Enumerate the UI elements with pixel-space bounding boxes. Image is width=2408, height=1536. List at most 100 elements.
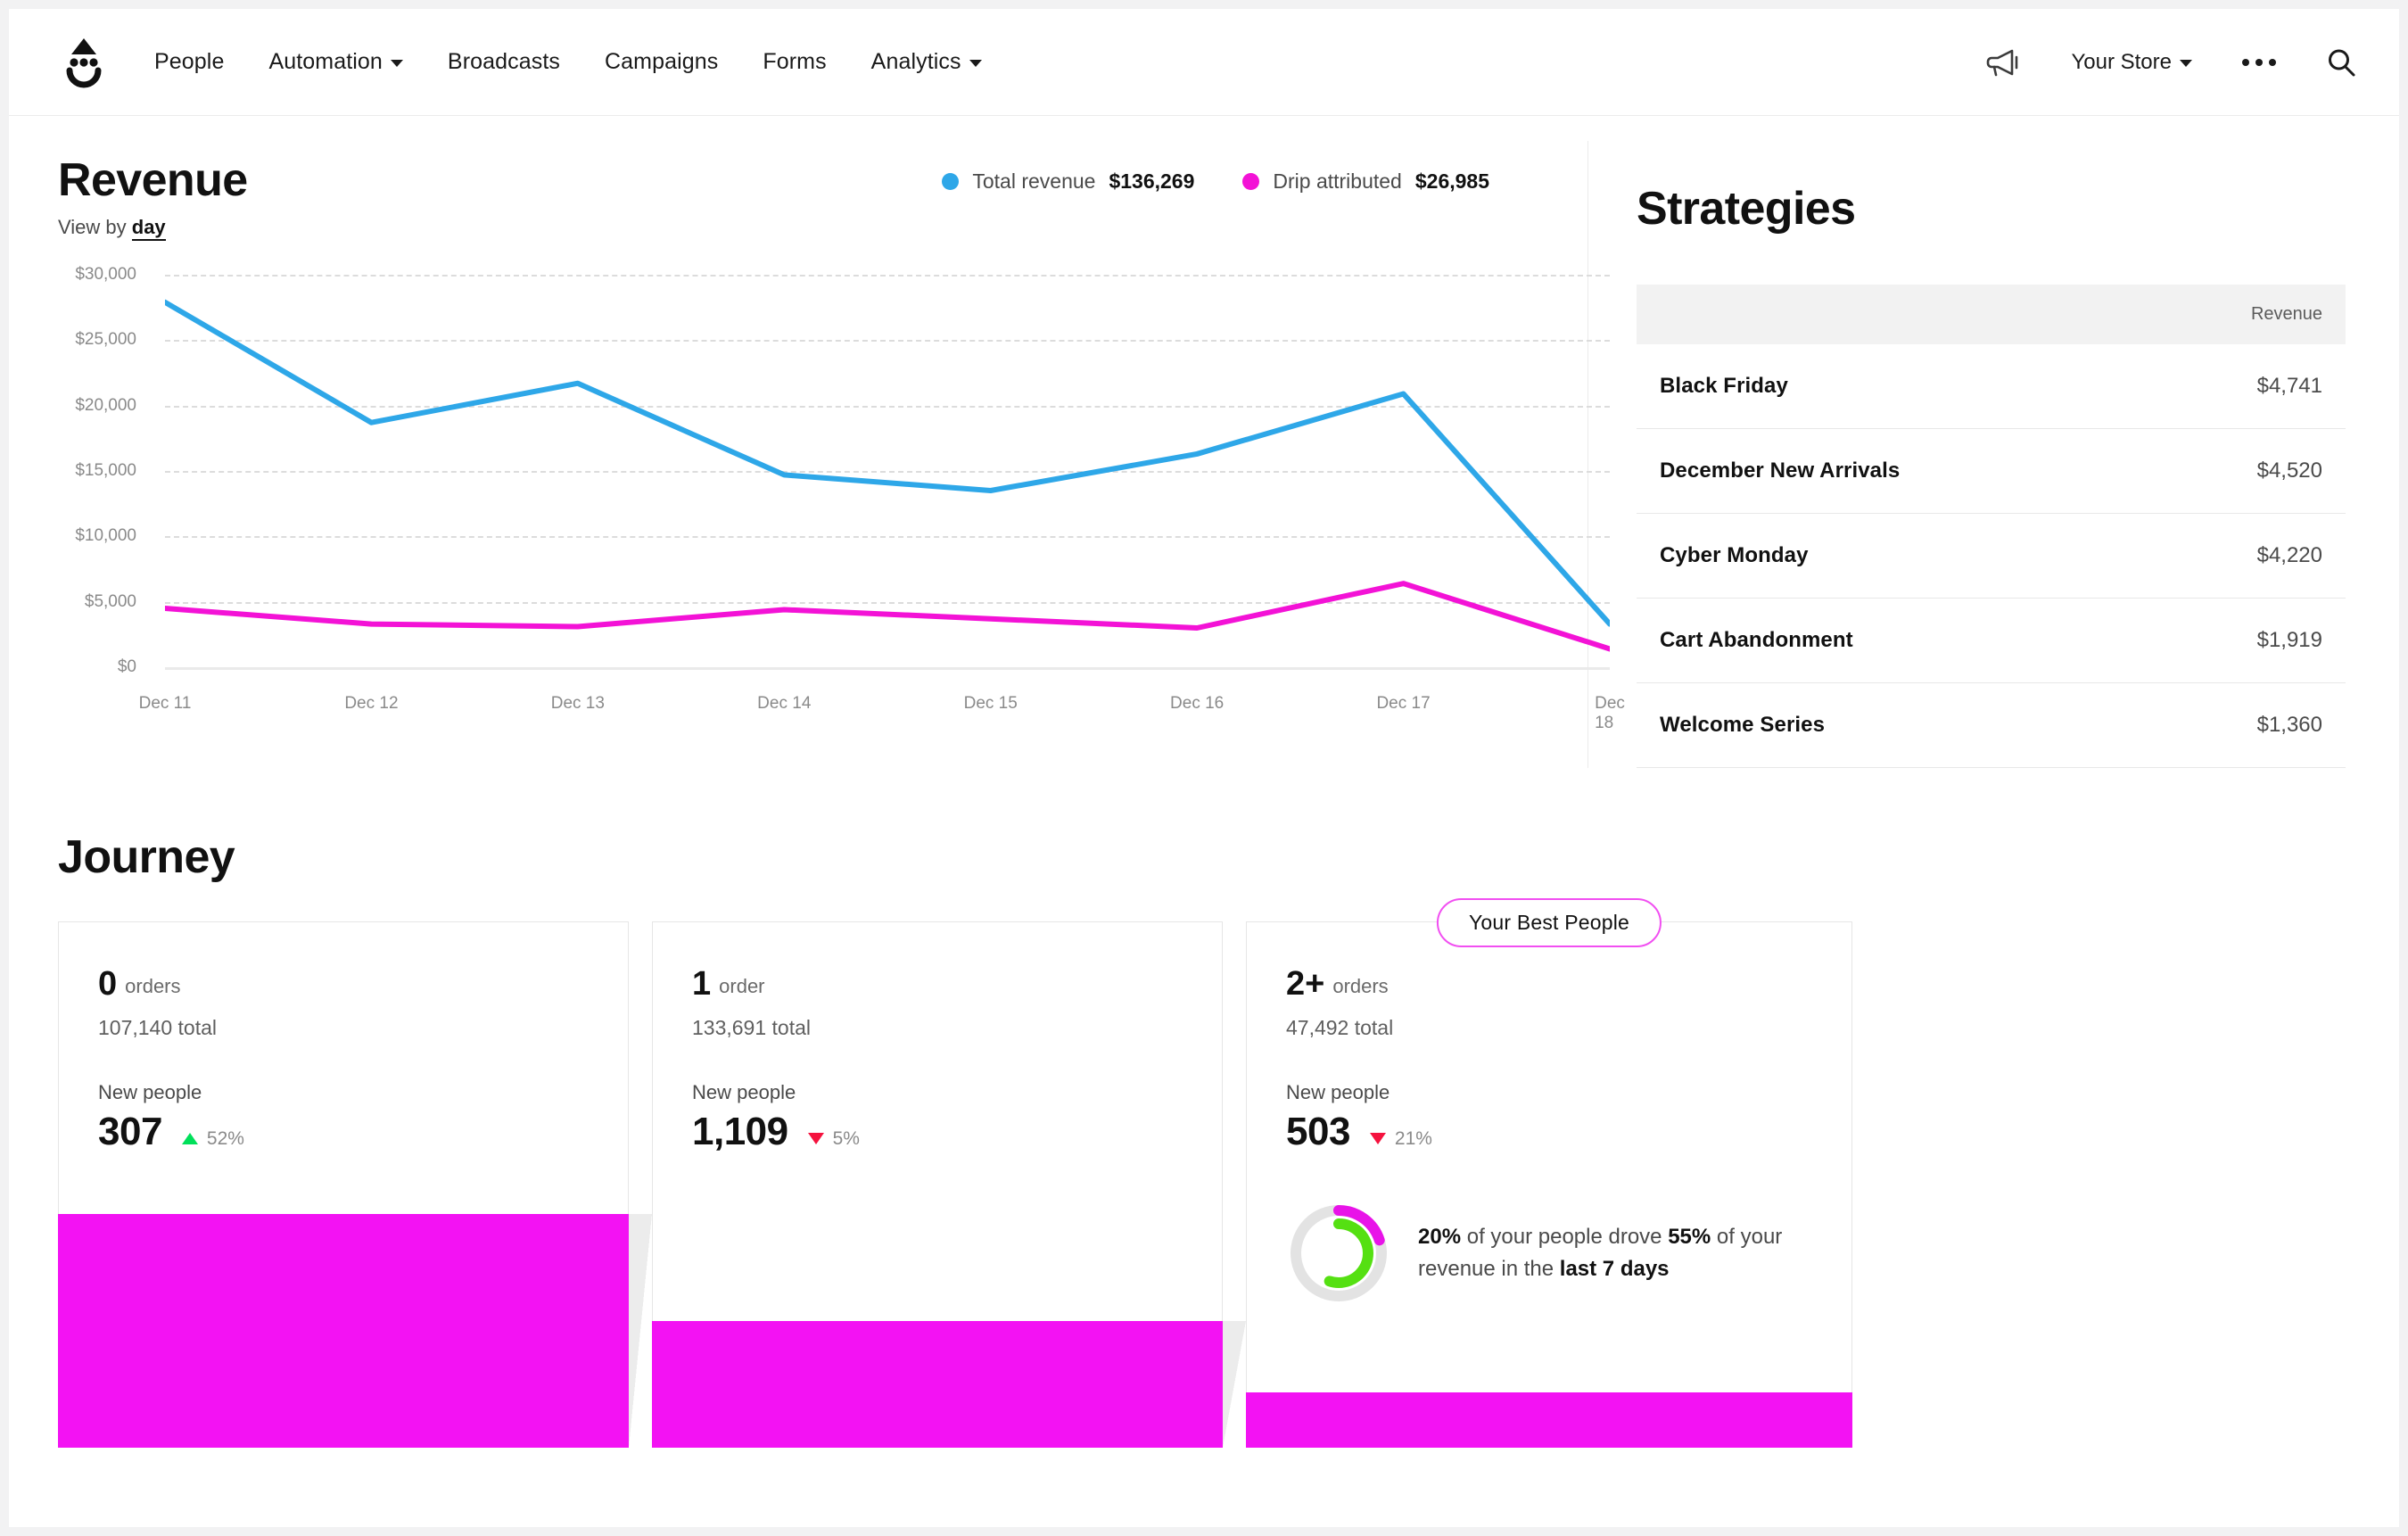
- chevron-down-icon: [391, 60, 403, 67]
- orders-label: orders: [125, 975, 180, 997]
- table-row[interactable]: Black Friday$4,741: [1637, 344, 2346, 429]
- funnel-bar: [58, 1214, 629, 1448]
- orders-count: 2+: [1286, 965, 1324, 1003]
- store-selector[interactable]: Your Store: [2071, 50, 2192, 75]
- dot: [2269, 59, 2276, 66]
- megaphone-icon[interactable]: [1985, 47, 2021, 78]
- strategy-name: Cart Abandonment: [1637, 599, 2139, 683]
- nav-item-analytics[interactable]: Analytics: [871, 49, 982, 75]
- x-axis-tick-label: Dec 17: [1376, 694, 1430, 714]
- orders-count: 1: [692, 965, 711, 1003]
- legend-item-drip-attributed: Drip attributed $26,985: [1242, 169, 1489, 194]
- nav-item-label: Broadcasts: [448, 49, 560, 75]
- delta-indicator: 21%: [1370, 1128, 1432, 1150]
- legend-color-swatch: [1242, 173, 1259, 190]
- nav-right-actions: Your Store: [1935, 47, 2356, 78]
- funnel-connector: [1223, 1321, 1246, 1448]
- table-row[interactable]: Welcome Series$1,360: [1637, 683, 2346, 768]
- donut-chart-icon: [1286, 1201, 1391, 1306]
- orders-label: orders: [1332, 975, 1388, 997]
- legend-item-total-revenue: Total revenue $136,269: [942, 169, 1194, 194]
- triangle-up-icon: [182, 1133, 198, 1144]
- column-header-name: [1637, 285, 2139, 344]
- table-row[interactable]: Cart Abandonment$1,919: [1637, 599, 2346, 683]
- view-by-control[interactable]: View by day: [58, 216, 1587, 239]
- strategy-revenue: $4,220: [2139, 514, 2346, 599]
- dot: [2255, 59, 2263, 66]
- drip-smiley-logo[interactable]: [58, 35, 110, 90]
- chart-legend: Total revenue $136,269 Drip attributed $…: [942, 169, 1489, 194]
- chevron-down-icon: [969, 60, 982, 67]
- x-axis-tick-label: Dec 13: [551, 694, 605, 714]
- x-axis-tick-label: Dec 11: [139, 694, 192, 714]
- journey-section: Journey 0orders107,140 totalNew people30…: [9, 830, 2399, 1448]
- total-count: 47,492 total: [1286, 1016, 1812, 1040]
- view-by-value[interactable]: day: [132, 216, 166, 241]
- store-selector-label: Your Store: [2071, 50, 2172, 75]
- chart-line-drip-attributed: [165, 583, 1610, 648]
- nav-item-automation[interactable]: Automation: [268, 49, 402, 75]
- x-axis-tick-label: Dec 16: [1170, 694, 1224, 714]
- orders-count: 0: [98, 965, 117, 1003]
- more-horizontal-icon[interactable]: [2242, 59, 2276, 66]
- nav-item-campaigns[interactable]: Campaigns: [605, 49, 718, 75]
- x-axis-labels: Dec 11Dec 12Dec 13Dec 14Dec 15Dec 16Dec …: [165, 694, 1610, 730]
- strategy-name: December New Arrivals: [1637, 429, 2139, 514]
- dot: [2242, 59, 2249, 66]
- legend-value: $26,985: [1415, 169, 1489, 194]
- chart-plot-area: [165, 275, 1610, 667]
- total-count: 133,691 total: [692, 1016, 1183, 1040]
- nav-item-label: Campaigns: [605, 49, 718, 75]
- table-header-row: Revenue: [1637, 285, 2346, 344]
- new-people-row: 1,1095%: [692, 1110, 1183, 1154]
- strategies-title: Strategies: [1637, 182, 2346, 235]
- search-icon[interactable]: [2326, 47, 2356, 78]
- column-header-revenue: Revenue: [2139, 285, 2346, 344]
- nav-item-label: Automation: [268, 49, 382, 75]
- funnel-bar: [1246, 1392, 1852, 1448]
- nav-item-people[interactable]: People: [154, 49, 224, 75]
- nav-item-label: Analytics: [871, 49, 961, 75]
- journey-card[interactable]: Your Best People2+orders47,492 totalNew …: [1246, 921, 1852, 1448]
- funnel-connector: [629, 1214, 652, 1448]
- total-count: 107,140 total: [98, 1016, 589, 1040]
- legend-label: Drip attributed: [1273, 169, 1401, 194]
- nav-item-forms[interactable]: Forms: [763, 49, 826, 75]
- triangle-down-icon: [808, 1133, 824, 1144]
- y-axis-tick-label: $25,000: [12, 330, 136, 350]
- journey-card[interactable]: 0orders107,140 totalNew people30752%: [58, 921, 629, 1448]
- triangle-down-icon: [1370, 1133, 1386, 1144]
- table-row[interactable]: December New Arrivals$4,520: [1637, 429, 2346, 514]
- y-axis-tick-label: $20,000: [12, 396, 136, 416]
- orders-row: 1 order: [692, 965, 1183, 1003]
- x-axis-tick-label: Dec 14: [757, 694, 811, 714]
- nav-item-broadcasts[interactable]: Broadcasts: [448, 49, 560, 75]
- funnel-bar: [652, 1321, 1223, 1448]
- orders-label: order: [719, 975, 764, 997]
- y-axis-tick-label: $30,000: [12, 265, 136, 285]
- orders-row: 0 orders: [98, 965, 589, 1003]
- x-axis-tick-label: Dec 15: [964, 694, 1018, 714]
- strategy-revenue: $1,360: [2139, 683, 2346, 768]
- x-axis-tick-label: Dec 12: [344, 694, 398, 714]
- time-range: last 7 days: [1560, 1257, 1670, 1281]
- top-navigation-bar: People Automation Broadcasts Campaigns F…: [9, 9, 2399, 116]
- new-people-label: New people: [98, 1081, 589, 1104]
- delta-value: 21%: [1395, 1128, 1432, 1150]
- journey-cards: 0orders107,140 totalNew people30752%1ord…: [58, 921, 2399, 1448]
- legend-label: Total revenue: [972, 169, 1095, 194]
- delta-value: 5%: [833, 1128, 860, 1150]
- y-axis-tick-label: $5,000: [12, 592, 136, 612]
- chevron-down-icon: [2180, 60, 2192, 67]
- people-pct: 20%: [1418, 1225, 1461, 1249]
- nav-item-label: Forms: [763, 49, 826, 75]
- strategy-name: Cyber Monday: [1637, 514, 2139, 599]
- new-people-value: 503: [1286, 1110, 1350, 1154]
- new-people-label: New people: [692, 1081, 1183, 1104]
- table-row[interactable]: Cyber Monday$4,220: [1637, 514, 2346, 599]
- delta-indicator: 52%: [182, 1128, 244, 1150]
- x-axis-tick-label: Dec 18: [1595, 694, 1625, 733]
- new-people-row: 503 21%: [1286, 1110, 1812, 1154]
- journey-card[interactable]: 1 order 133,691 total New people 1,1095%: [652, 921, 1223, 1448]
- delta-value: 52%: [207, 1128, 244, 1150]
